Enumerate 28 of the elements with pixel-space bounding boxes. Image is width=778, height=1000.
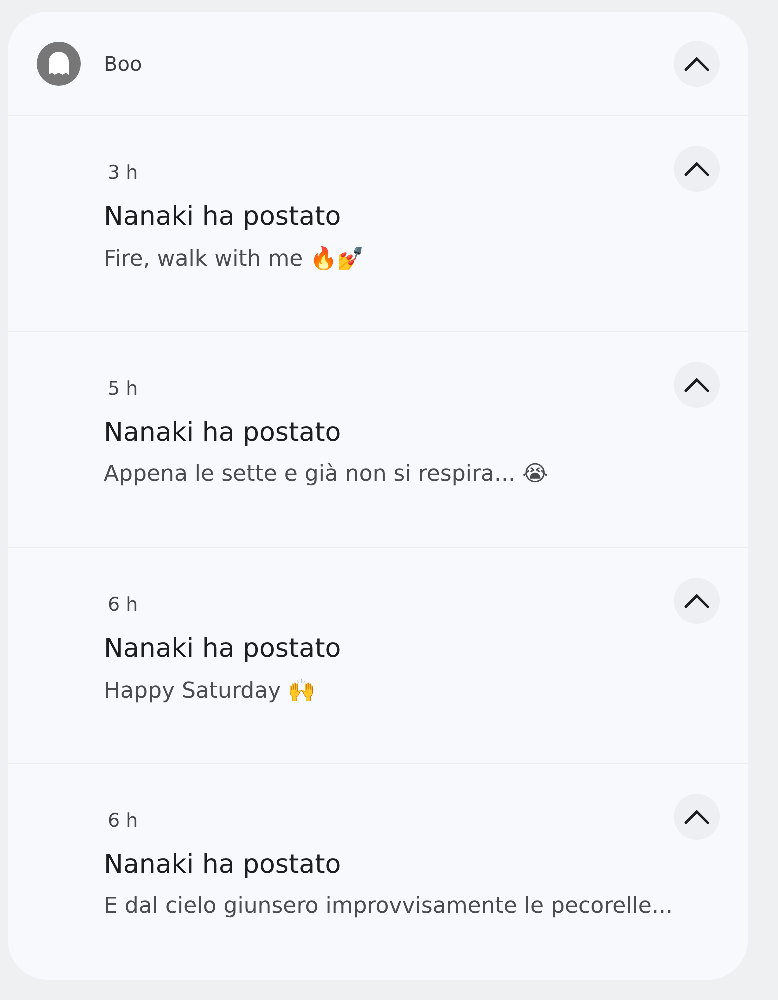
app-name: Boo <box>104 52 144 76</box>
collapse-button[interactable] <box>674 146 720 192</box>
collapse-button[interactable] <box>674 40 720 86</box>
notification-title: Nanaki ha postato <box>104 850 342 880</box>
notification-text: Fire, walk with me 🔥💅 <box>104 246 366 272</box>
collapse-button[interactable] <box>674 794 720 840</box>
chevron-up-icon <box>684 809 710 825</box>
notification-time: 3 h <box>108 162 138 184</box>
chevron-up-icon <box>684 161 710 177</box>
notification-text: E dal cielo giunsero improvvisamente le pecorelle... <box>104 894 674 919</box>
chevron-up-icon <box>684 56 710 72</box>
collapse-button[interactable] <box>674 578 720 624</box>
notification-time: 5 h <box>108 378 138 400</box>
notification-title: Nanaki ha postato <box>104 634 342 664</box>
notification-time: 6 h <box>108 810 138 832</box>
notification-text: Appena le sette e già non si respira... 😭 <box>104 462 550 487</box>
collapse-button[interactable] <box>674 362 720 408</box>
notification-item[interactable]: 6 h Nanaki ha postato E dal cielo giunsero improvvisamente le pecorelle... <box>8 764 748 980</box>
notification-title: Nanaki ha postato <box>104 202 342 232</box>
chevron-up-icon <box>684 377 710 393</box>
notification-item[interactable]: 5 h Nanaki ha postato Appena le sette e già non si respira... 😭 <box>8 332 748 548</box>
ghost-icon <box>47 50 71 78</box>
notification-item[interactable]: 6 h Nanaki ha postato Happy Saturday 🙌 <box>8 548 748 764</box>
notification-item[interactable]: 3 h Nanaki ha postato Fire, walk with me 🔥💅 <box>8 116 748 332</box>
notification-title: Nanaki ha postato <box>104 418 342 448</box>
notification-text: Happy Saturday 🙌 <box>104 678 316 704</box>
chevron-up-icon <box>684 593 710 609</box>
notification-time: 6 h <box>108 594 138 616</box>
